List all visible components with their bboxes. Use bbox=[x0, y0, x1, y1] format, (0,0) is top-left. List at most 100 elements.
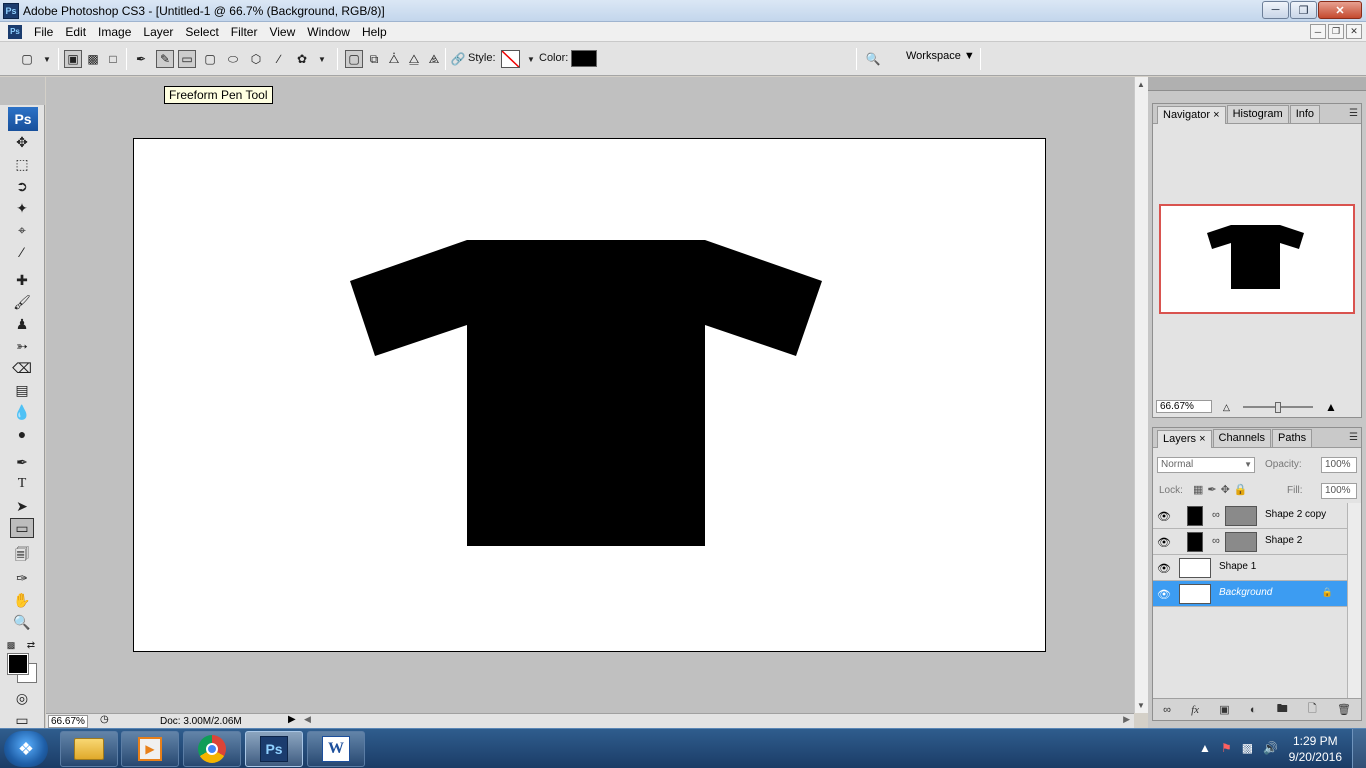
opacity-field[interactable]: 100% bbox=[1321, 457, 1357, 473]
swap-colors-icon[interactable]: ⇄ bbox=[24, 635, 38, 655]
clone-stamp-tool-icon[interactable]: ♟ bbox=[10, 314, 34, 334]
geometry-options-dropdown-icon[interactable]: ▼ bbox=[313, 50, 331, 68]
start-button[interactable]: ❖ bbox=[4, 731, 48, 767]
action-center-icon[interactable]: ⚑ bbox=[1221, 741, 1232, 755]
quick-mask-icon[interactable]: ◎ bbox=[10, 688, 34, 708]
menu-view[interactable]: View bbox=[263, 22, 301, 42]
rounded-rectangle-option-icon[interactable]: ▢ bbox=[201, 50, 219, 68]
doc-close-button[interactable]: ✕ bbox=[1346, 24, 1362, 39]
eyedropper-tool-icon[interactable]: ✑ bbox=[10, 568, 34, 588]
zoom-tool-icon[interactable]: 🔍 bbox=[10, 612, 34, 632]
taskbar-clock[interactable]: 1:29 PM 9/20/2016 bbox=[1289, 733, 1342, 765]
blur-tool-icon[interactable]: 💧 bbox=[10, 402, 34, 422]
dock-grip[interactable] bbox=[1148, 77, 1366, 91]
pen-tool-icon[interactable]: ✒ bbox=[10, 452, 34, 472]
ps-logo[interactable]: Ps bbox=[8, 107, 38, 131]
photoshop-app-icon[interactable]: Ps bbox=[3, 2, 19, 19]
document-ps-icon[interactable]: Ps bbox=[8, 24, 22, 39]
path-selection-tool-icon[interactable]: ➤ bbox=[10, 496, 34, 516]
layers-scrollbar[interactable] bbox=[1347, 503, 1361, 713]
adjustment-layer-icon[interactable]: ◐ bbox=[1250, 704, 1257, 716]
exclude-overlapping-button[interactable]: ⧌ bbox=[425, 50, 443, 68]
visibility-eye-icon[interactable]: 👁 bbox=[1156, 535, 1172, 549]
layer-style-icon[interactable]: fx bbox=[1191, 704, 1199, 716]
rectangle-option-icon[interactable]: ▭ bbox=[178, 50, 196, 68]
ellipse-option-icon[interactable]: ⬭ bbox=[224, 50, 242, 68]
default-colors-icon[interactable]: ▩ bbox=[4, 635, 18, 655]
taskbar-photoshop[interactable]: Ps bbox=[245, 731, 303, 767]
tab-layers[interactable]: Layers × bbox=[1157, 430, 1212, 448]
doc-minimize-button[interactable]: ─ bbox=[1310, 24, 1326, 39]
dodge-tool-icon[interactable]: ● bbox=[10, 424, 34, 444]
close-button[interactable]: ✕ bbox=[1318, 1, 1362, 19]
layer-row-background[interactable]: 👁 Background 🔒 bbox=[1153, 581, 1349, 607]
blend-mode-select[interactable]: Normal ▼ bbox=[1157, 457, 1255, 473]
zoom-level-field[interactable]: 66.67% bbox=[48, 715, 88, 728]
screen-mode-icon[interactable]: ▭ bbox=[10, 710, 34, 730]
new-group-icon[interactable]: 🖿 bbox=[1277, 700, 1288, 719]
menu-filter[interactable]: Filter bbox=[225, 22, 264, 42]
doc-restore-button[interactable]: ❐ bbox=[1328, 24, 1344, 39]
visibility-eye-icon[interactable]: 👁 bbox=[1156, 561, 1172, 575]
taskbar-media-player[interactable]: ▶ bbox=[121, 731, 179, 767]
lasso-tool-icon[interactable]: ➲ bbox=[10, 176, 34, 196]
workspace-button[interactable]: Workspace ▼ bbox=[906, 50, 975, 62]
visibility-eye-icon[interactable]: 👁 bbox=[1156, 587, 1172, 601]
shape-color-swatch[interactable] bbox=[571, 50, 597, 67]
slice-tool-icon[interactable]: ⁄ bbox=[10, 242, 34, 262]
document-canvas[interactable] bbox=[133, 138, 1046, 652]
volume-icon[interactable]: 🔊 bbox=[1263, 741, 1278, 755]
panel-menu-icon[interactable]: ☰ bbox=[1349, 432, 1358, 443]
menu-help[interactable]: Help bbox=[356, 22, 393, 42]
tab-histogram[interactable]: Histogram bbox=[1226, 105, 1289, 123]
add-to-shape-area-button[interactable]: ⧉ bbox=[365, 50, 383, 68]
visibility-eye-icon[interactable]: 👁 bbox=[1156, 509, 1172, 523]
subtract-from-shape-area-button[interactable]: ⧊ bbox=[385, 50, 403, 68]
bridge-icon[interactable]: 🔍 bbox=[864, 50, 882, 68]
taskbar-file-explorer[interactable] bbox=[60, 731, 118, 767]
scroll-left-icon[interactable]: ◀ bbox=[304, 714, 311, 725]
crop-tool-icon[interactable]: ⌖ bbox=[10, 220, 34, 240]
navigator-zoom-field[interactable]: 66.67% bbox=[1156, 400, 1212, 413]
pen-tool-option-icon[interactable]: ✒ bbox=[132, 50, 150, 68]
toolbox-grip[interactable] bbox=[0, 77, 45, 105]
brush-tool-icon[interactable]: 🖌 bbox=[10, 292, 34, 312]
history-brush-tool-icon[interactable]: ➳ bbox=[10, 336, 34, 356]
paths-mode-button[interactable]: ▩ bbox=[84, 50, 102, 68]
scroll-up-icon[interactable]: ▲ bbox=[1137, 80, 1145, 89]
panel-menu-icon[interactable]: ☰ bbox=[1349, 108, 1358, 119]
tab-navigator[interactable]: Navigator × bbox=[1157, 106, 1226, 124]
minimize-button[interactable]: ─ bbox=[1262, 1, 1289, 19]
zoom-out-icon[interactable]: △ bbox=[1223, 402, 1230, 413]
create-new-shape-layer-button[interactable]: ▢ bbox=[345, 50, 363, 68]
line-option-icon[interactable]: ∕ bbox=[270, 50, 288, 68]
rectangle-tool-icon[interactable]: ▭ bbox=[10, 518, 34, 538]
canvas-vertical-scrollbar[interactable]: ▲ ▼ bbox=[1134, 77, 1148, 713]
restore-button[interactable]: ❐ bbox=[1290, 1, 1317, 19]
menu-image[interactable]: Image bbox=[92, 22, 137, 42]
magic-wand-tool-icon[interactable]: ✦ bbox=[10, 198, 34, 218]
fill-field[interactable]: 100% bbox=[1321, 483, 1357, 499]
link-icon[interactable]: 🔗 bbox=[449, 50, 467, 68]
zoom-in-icon[interactable]: ▲ bbox=[1325, 400, 1337, 414]
style-picker[interactable] bbox=[501, 50, 520, 68]
lock-all-icon[interactable]: 🔒 bbox=[1234, 483, 1248, 496]
fill-pixels-mode-button[interactable]: □ bbox=[104, 50, 122, 68]
scroll-right-icon[interactable]: ▶ bbox=[1123, 714, 1130, 725]
show-hidden-icons-icon[interactable]: ▲ bbox=[1199, 741, 1211, 755]
menu-layer[interactable]: Layer bbox=[137, 22, 179, 42]
tab-info[interactable]: Info bbox=[1289, 105, 1321, 123]
add-mask-icon[interactable]: ▣ bbox=[1219, 703, 1229, 716]
navigator-slider-handle[interactable] bbox=[1275, 402, 1281, 413]
navigator-preview[interactable] bbox=[1159, 204, 1355, 314]
lock-image-icon[interactable]: ✒ bbox=[1207, 483, 1216, 496]
menu-edit[interactable]: Edit bbox=[59, 22, 92, 42]
scroll-down-icon[interactable]: ▼ bbox=[1137, 701, 1145, 710]
hand-tool-icon[interactable]: ✋ bbox=[10, 590, 34, 610]
eraser-tool-icon[interactable]: ⌫ bbox=[10, 358, 34, 378]
freeform-pen-option-icon[interactable]: ✎ bbox=[156, 50, 174, 68]
move-tool-icon[interactable]: ✥ bbox=[10, 132, 34, 152]
preset-dropdown-icon[interactable]: ▼ bbox=[38, 50, 56, 68]
layer-row-shape-2[interactable]: 👁 ∞ Shape 2 bbox=[1153, 529, 1349, 555]
tab-paths[interactable]: Paths bbox=[1272, 429, 1313, 447]
